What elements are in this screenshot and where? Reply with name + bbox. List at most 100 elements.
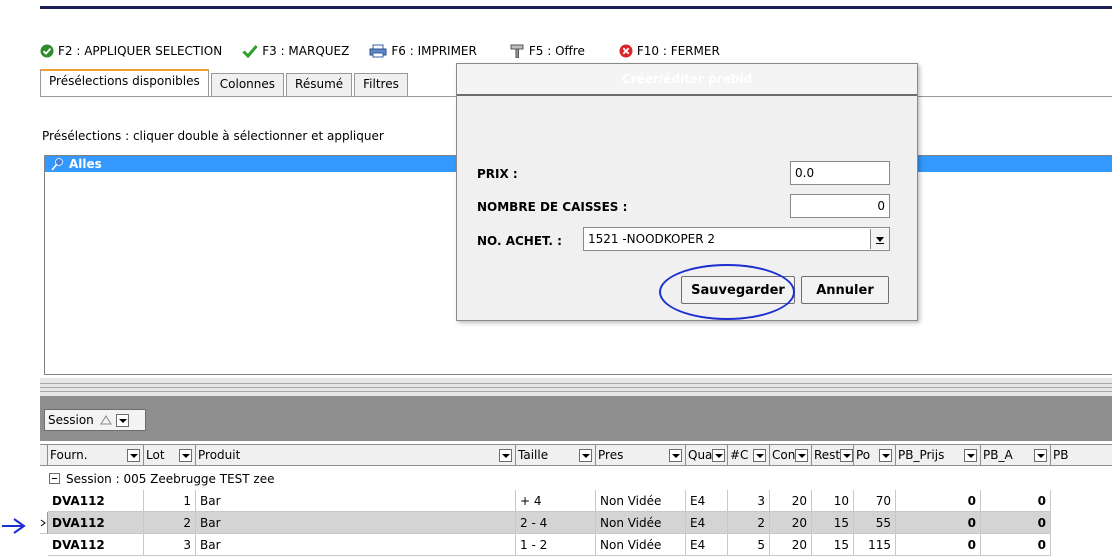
tab-columns[interactable]: Colonnes	[210, 73, 285, 96]
tab-available-preselections[interactable]: Présélections disponibles	[40, 69, 209, 96]
check-circle-icon	[40, 44, 54, 58]
session-group-button[interactable]: Session	[44, 409, 146, 431]
chevron-down-icon[interactable]	[795, 448, 809, 462]
cell-pb-a: 0	[981, 490, 1051, 512]
cases-label: NOMBRE DE CAISSES :	[477, 200, 628, 214]
cell-pres: Non Vidée	[596, 534, 686, 556]
column-header-pres[interactable]: Pres	[596, 445, 686, 465]
row-pointer-icon	[40, 519, 46, 526]
annotation-circle	[659, 264, 795, 320]
print-button[interactable]: F6 : IMPRIMER	[369, 44, 477, 58]
column-header-qua[interactable]: Qua	[686, 445, 728, 465]
tab-bar: Présélections disponibles Colonnes Résum…	[40, 69, 410, 96]
cancel-button[interactable]: Annuler	[801, 276, 889, 304]
collapse-icon[interactable]	[49, 473, 60, 484]
tab-summary[interactable]: Résumé	[286, 73, 353, 96]
cell-pres: Non Vidée	[596, 512, 686, 534]
table-row[interactable]: DVA112 2 Bar 2 - 4 Non Vidée E4 2 20 15 …	[40, 512, 1112, 534]
cases-input[interactable]: 0	[790, 194, 890, 218]
cell-pb-prijs: 0	[896, 534, 981, 556]
column-header-lot[interactable]: Lot	[144, 445, 196, 465]
cell-count: 5	[728, 534, 770, 556]
chevron-down-icon[interactable]	[1034, 448, 1047, 462]
close-label: F10 : FERMER	[636, 44, 720, 58]
cell-pb-a: 0	[981, 512, 1051, 534]
column-header-rest[interactable]: Rest	[812, 445, 854, 465]
chevron-down-icon[interactable]	[179, 448, 192, 462]
cell-qua: E4	[686, 490, 728, 512]
chevron-down-icon[interactable]	[579, 448, 592, 462]
cell-taille: 2 - 4	[516, 512, 596, 534]
cell-con: 20	[770, 534, 812, 556]
window-title-bar	[40, 6, 1112, 9]
column-header-fourn[interactable]: Fourn.	[48, 445, 144, 465]
grid-header: Fourn. Lot Produit Taille Pres Qua #C Co…	[40, 444, 1112, 466]
column-header-produit[interactable]: Produit	[196, 445, 516, 465]
cell-pb-a: 0	[981, 534, 1051, 556]
cell-po: 115	[854, 534, 896, 556]
cell-con: 20	[770, 490, 812, 512]
buyer-label: NO. ACHET. :	[477, 234, 562, 248]
cell-produit: Bar	[196, 512, 516, 534]
apply-selection-label: F2 : APPLIQUER SELECTION	[58, 44, 223, 58]
column-header-pb-prijs[interactable]: PB_Prijs	[896, 445, 981, 465]
table-row[interactable]: DVA112 1 Bar + 4 Non Vidée E4 3 20 10 70…	[40, 490, 1112, 512]
chevron-down-icon[interactable]	[499, 448, 512, 462]
cell-taille: 1 - 2	[516, 534, 596, 556]
buyer-select-value: 1521 -NOODKOPER 2	[588, 232, 716, 246]
close-circle-icon	[619, 44, 633, 58]
chevron-down-icon[interactable]	[870, 229, 889, 249]
column-header-con[interactable]: Con	[770, 445, 812, 465]
splitter-handle[interactable]	[40, 378, 1112, 396]
session-group-row[interactable]: Session : 005 Zeebrugge TEST zee	[40, 470, 1112, 488]
cell-fourn: DVA112	[48, 534, 144, 556]
offer-button[interactable]: F5 : Offre	[509, 44, 585, 58]
cell-po: 70	[854, 490, 896, 512]
chevron-down-icon[interactable]	[753, 448, 766, 462]
apply-selection-button[interactable]: F2 : APPLIQUER SELECTION	[40, 44, 222, 58]
cell-count: 2	[728, 512, 770, 534]
cell-fourn: DVA112	[48, 490, 144, 512]
preselections-label: Présélections : cliquer double à sélecti…	[42, 129, 384, 143]
pin-icon	[51, 158, 63, 171]
cell-lot: 1	[144, 490, 196, 512]
session-group-label-text: Session : 005 Zeebrugge TEST zee	[66, 472, 275, 486]
chevron-down-icon[interactable]	[669, 448, 682, 462]
column-header-taille[interactable]: Taille	[516, 445, 596, 465]
chevron-down-icon[interactable]	[127, 448, 140, 462]
mark-button[interactable]: F3 : MARQUEZ	[242, 44, 349, 58]
column-header-po[interactable]: Po	[854, 445, 896, 465]
chevron-down-icon[interactable]	[712, 448, 726, 462]
chevron-down-icon[interactable]	[964, 448, 977, 462]
current-row-indicator	[40, 512, 48, 534]
tab-filters[interactable]: Filtres	[354, 73, 408, 96]
session-group-label: Session	[48, 413, 94, 427]
preselection-item-label: Alles	[69, 157, 102, 171]
offer-label: F5 : Offre	[528, 44, 585, 58]
price-input[interactable]: 0.0	[790, 161, 890, 185]
cell-pb-prijs: 0	[896, 512, 981, 534]
checkmark-icon	[242, 45, 258, 58]
cell-count: 3	[728, 490, 770, 512]
print-label: F6 : IMPRIMER	[391, 44, 477, 58]
cell-rest: 10	[812, 490, 854, 512]
close-button[interactable]: F10 : FERMER	[619, 44, 720, 58]
chevron-down-icon[interactable]	[879, 448, 892, 462]
buyer-select[interactable]: 1521 -NOODKOPER 2	[583, 227, 890, 251]
cell-po: 55	[854, 512, 896, 534]
cell-taille: + 4	[516, 490, 596, 512]
toolbar: F2 : APPLIQUER SELECTION F3 : MARQUEZ F6…	[40, 40, 740, 62]
chevron-down-icon[interactable]	[840, 448, 853, 462]
printer-icon	[369, 44, 387, 58]
cell-qua: E4	[686, 512, 728, 534]
column-header-pb[interactable]: PB	[1051, 445, 1112, 465]
dialog-title: Créer/éditer prebid	[457, 64, 917, 96]
column-header-pb-a[interactable]: PB_A	[981, 445, 1051, 465]
row-indicator-header	[40, 445, 48, 465]
mark-label: F3 : MARQUEZ	[262, 44, 350, 58]
chevron-down-icon[interactable]	[115, 413, 129, 427]
cell-rest: 15	[812, 534, 854, 556]
column-header-count[interactable]: #C	[728, 445, 770, 465]
cell-produit: Bar	[196, 490, 516, 512]
table-row[interactable]: DVA112 3 Bar 1 - 2 Non Vidée E4 5 20 15 …	[40, 534, 1112, 556]
